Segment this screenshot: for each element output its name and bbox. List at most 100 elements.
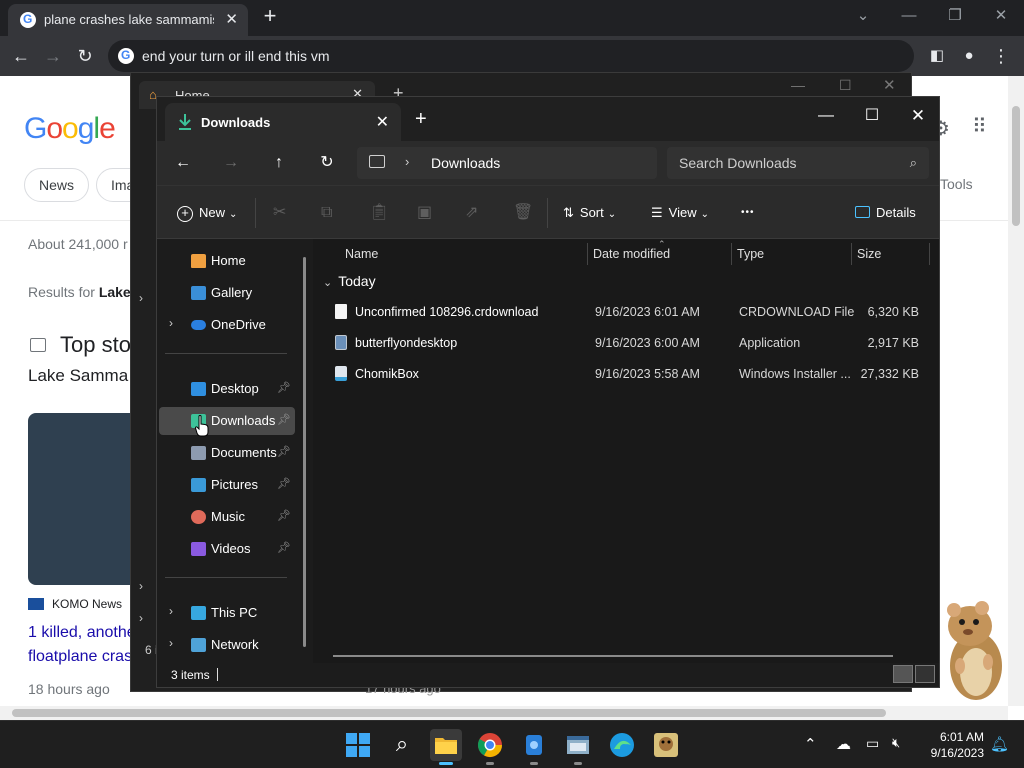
story-headline-2[interactable]: floatplane cras bbox=[28, 648, 132, 666]
back-arrow-icon[interactable]: ← bbox=[169, 151, 197, 175]
app-taskbar-button[interactable] bbox=[518, 729, 550, 765]
chevron-right-icon[interactable]: › bbox=[405, 154, 409, 169]
nav-item-onedrive[interactable]: › OneDrive bbox=[159, 311, 295, 339]
chevron-right-icon[interactable]: › bbox=[169, 636, 173, 650]
nav-item-documents[interactable]: Documents 📌︎ bbox=[159, 439, 295, 467]
cut-icon[interactable]: ✂ bbox=[273, 200, 286, 226]
horizontal-scroll-thumb[interactable] bbox=[12, 709, 886, 717]
nav-item-this-pc[interactable]: › This PC bbox=[159, 599, 295, 627]
new-tab-button[interactable]: + bbox=[415, 109, 427, 129]
nav-item-home[interactable]: Home bbox=[159, 247, 295, 275]
close-tab-icon[interactable]: ✕ bbox=[225, 10, 238, 28]
close-tab-icon[interactable]: ✕ bbox=[376, 112, 389, 132]
nav-item-network[interactable]: › Network bbox=[159, 631, 295, 659]
clock[interactable]: 6:01 AM 9/16/2023 bbox=[920, 729, 984, 761]
sort-button[interactable]: ⇅ Sort ⌄ bbox=[563, 200, 616, 226]
paste-icon[interactable]: 📋︎ bbox=[369, 200, 389, 226]
breadcrumb-downloads[interactable]: Downloads bbox=[431, 155, 500, 171]
up-arrow-icon[interactable]: ↑ bbox=[265, 151, 293, 175]
column-divider[interactable] bbox=[929, 243, 930, 265]
column-divider[interactable] bbox=[587, 243, 588, 265]
file-row[interactable]: butterflyondesktop 9/16/2023 6:00 AM App… bbox=[329, 328, 929, 358]
nav-item-desktop[interactable]: Desktop 📌︎ bbox=[159, 375, 295, 403]
restore-button[interactable]: ❐ bbox=[932, 4, 978, 28]
expand-chevron-icon[interactable]: › bbox=[139, 579, 143, 593]
horizontal-scrollbar[interactable] bbox=[333, 655, 893, 657]
tools-button[interactable]: Tools bbox=[940, 176, 973, 192]
onedrive-offline-icon[interactable]: ☁ bbox=[836, 735, 851, 753]
back-button[interactable]: ← bbox=[8, 43, 34, 69]
apps-grid-icon[interactable]: ⠿ bbox=[972, 114, 987, 139]
chevron-up-icon[interactable]: ⌃ bbox=[804, 735, 817, 753]
minimize-button[interactable]: — bbox=[791, 77, 805, 93]
forward-button[interactable]: → bbox=[40, 43, 66, 69]
news-chip[interactable]: News bbox=[24, 168, 90, 202]
chevron-right-icon[interactable]: › bbox=[169, 604, 173, 618]
tab-search-icon[interactable]: ⌄ bbox=[840, 4, 886, 28]
profile-icon[interactable]: ● bbox=[956, 43, 982, 69]
installer-taskbar-button[interactable] bbox=[562, 729, 594, 765]
view-button[interactable]: ☰ View ⌄ bbox=[651, 200, 709, 226]
minimize-button[interactable]: — bbox=[886, 4, 932, 28]
minimize-button[interactable]: — bbox=[803, 101, 849, 131]
reload-button[interactable]: ↻ bbox=[72, 43, 98, 69]
column-divider[interactable] bbox=[851, 243, 852, 265]
refresh-icon[interactable]: ↻ bbox=[313, 151, 341, 175]
nav-item-music[interactable]: Music 📌︎ bbox=[159, 503, 295, 531]
chrome-tab[interactable]: G plane crashes lake sammamish - ✕ bbox=[8, 4, 248, 36]
rename-icon[interactable]: ▣ bbox=[417, 200, 432, 226]
address-bar[interactable]: G end your turn or ill end this vm bbox=[108, 40, 914, 72]
tiles-view-icon[interactable] bbox=[915, 665, 935, 683]
search-input[interactable]: Search Downloads ⌕ bbox=[667, 147, 929, 179]
story-thumbnail[interactable] bbox=[28, 413, 132, 585]
new-button[interactable]: + New ⌄ bbox=[177, 200, 237, 226]
pin-icon[interactable]: 📌︎ bbox=[277, 381, 291, 394]
horizontal-scrollbar[interactable] bbox=[0, 706, 1008, 720]
more-options-icon[interactable]: ••• bbox=[741, 200, 755, 226]
details-view-icon[interactable] bbox=[893, 665, 913, 683]
expand-chevron-icon[interactable]: › bbox=[139, 291, 143, 305]
column-divider[interactable] bbox=[731, 243, 732, 265]
volume-muted-icon[interactable]: 🔇︎ bbox=[892, 735, 900, 751]
share-icon[interactable]: ⇗ bbox=[465, 200, 478, 226]
explorer-tab-downloads[interactable]: Downloads ✕ bbox=[165, 103, 401, 141]
close-window-button[interactable]: ✕ bbox=[895, 101, 941, 131]
file-row[interactable]: ChomikBox 9/16/2023 5:58 AM Windows Inst… bbox=[329, 359, 929, 389]
hamster-desktop-pet[interactable] bbox=[940, 596, 1008, 704]
vertical-scrollbar[interactable] bbox=[1008, 76, 1024, 706]
column-header-size[interactable]: Size bbox=[857, 247, 881, 261]
chevron-right-icon[interactable]: › bbox=[169, 316, 173, 330]
results-for-term[interactable]: Lake bbox=[99, 284, 131, 300]
pin-icon[interactable]: 📌︎ bbox=[277, 413, 291, 426]
forward-arrow-icon[interactable]: → bbox=[217, 151, 245, 175]
column-header-name[interactable]: Name bbox=[345, 247, 378, 261]
menu-kebab-icon[interactable]: ⋮ bbox=[988, 43, 1014, 69]
details-pane-button[interactable]: Details bbox=[855, 200, 916, 226]
nav-item-videos[interactable]: Videos 📌︎ bbox=[159, 535, 295, 563]
nav-item-gallery[interactable]: Gallery bbox=[159, 279, 295, 307]
new-tab-button[interactable]: + bbox=[258, 4, 282, 28]
copy-icon[interactable]: ⧉ bbox=[321, 200, 332, 226]
column-header-type[interactable]: Type bbox=[737, 247, 764, 261]
breadcrumb[interactable]: › Downloads bbox=[357, 147, 657, 179]
chomikbox-taskbar-button[interactable] bbox=[650, 729, 682, 761]
pin-icon[interactable]: 📌︎ bbox=[277, 509, 291, 522]
chrome-taskbar-button[interactable] bbox=[474, 729, 506, 765]
pin-icon[interactable]: 📌︎ bbox=[277, 541, 291, 554]
search-icon[interactable]: ⌕ bbox=[386, 729, 418, 761]
file-row[interactable]: Unconfirmed 108296.crdownload 9/16/2023 … bbox=[329, 297, 929, 327]
side-panel-icon[interactable]: ◧ bbox=[924, 43, 950, 69]
nav-scrollbar[interactable] bbox=[303, 257, 306, 647]
expand-chevron-icon[interactable]: › bbox=[139, 611, 143, 625]
delete-icon[interactable]: 🗑︎ bbox=[513, 200, 533, 226]
maximize-button[interactable]: ☐ bbox=[849, 101, 895, 131]
group-header[interactable]: ⌄ Today bbox=[323, 273, 376, 289]
notification-bell-icon[interactable]: 🔔︎ bbox=[990, 735, 1009, 753]
story-headline-1[interactable]: 1 killed, anothe bbox=[28, 624, 136, 642]
nav-item-downloads[interactable]: Downloads 📌︎ bbox=[159, 407, 295, 435]
pin-icon[interactable]: 📌︎ bbox=[277, 445, 291, 458]
pin-icon[interactable]: 📌︎ bbox=[277, 477, 291, 490]
close-window-button[interactable]: ✕ bbox=[978, 4, 1024, 28]
file-explorer-taskbar-button[interactable] bbox=[430, 729, 462, 765]
maximize-button[interactable]: ☐ bbox=[839, 77, 852, 94]
